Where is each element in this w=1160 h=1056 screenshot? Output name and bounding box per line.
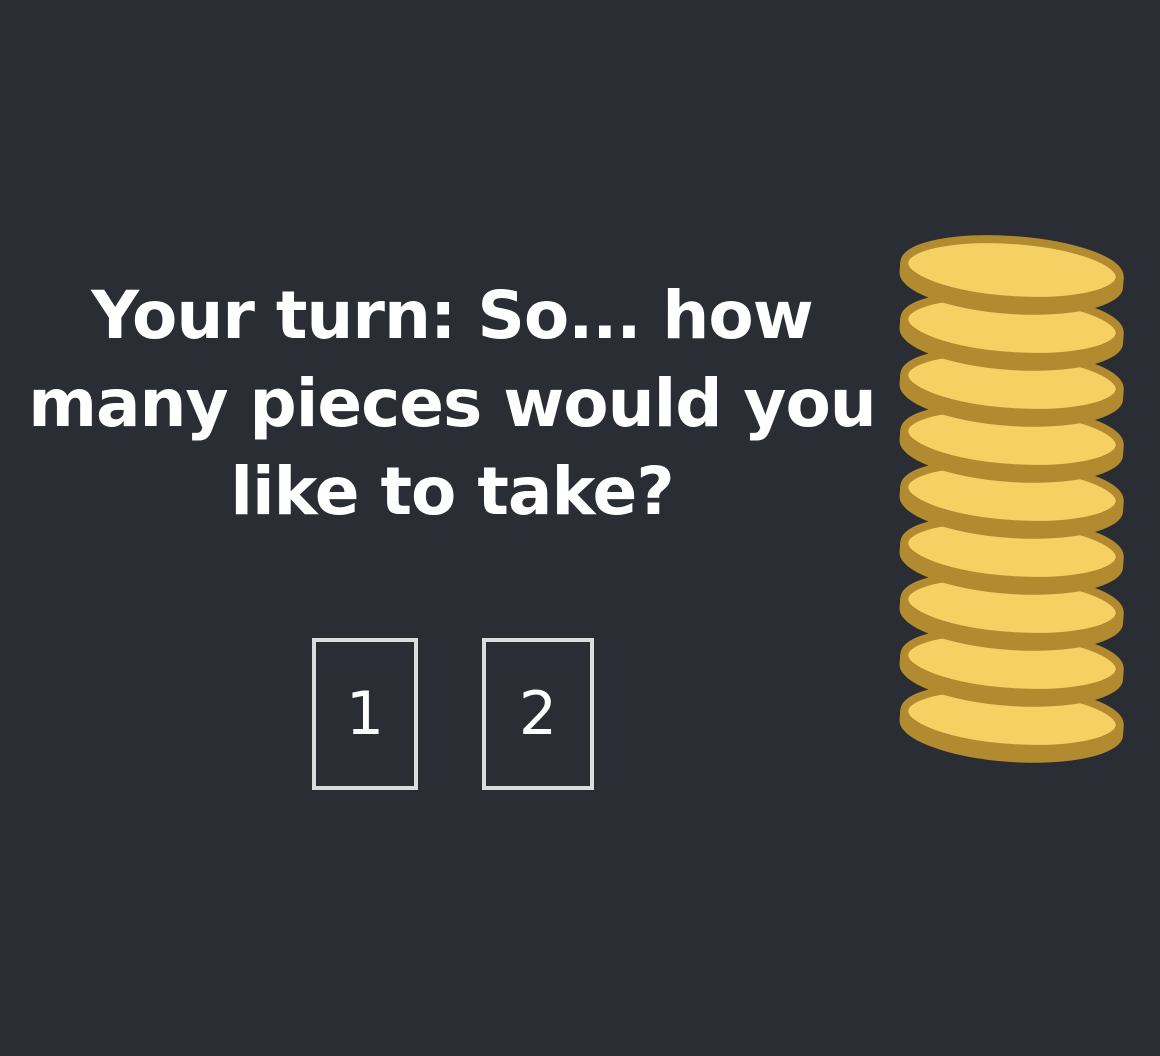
turn-prompt: Your turn: So... how many pieces would y… (28, 277, 877, 530)
take-2-button[interactable]: 2 (482, 638, 594, 790)
take-1-button[interactable]: 1 (312, 638, 418, 790)
game-screen: Your turn: So... how many pieces would y… (0, 0, 1160, 1056)
coin-pile (899, 235, 1124, 763)
